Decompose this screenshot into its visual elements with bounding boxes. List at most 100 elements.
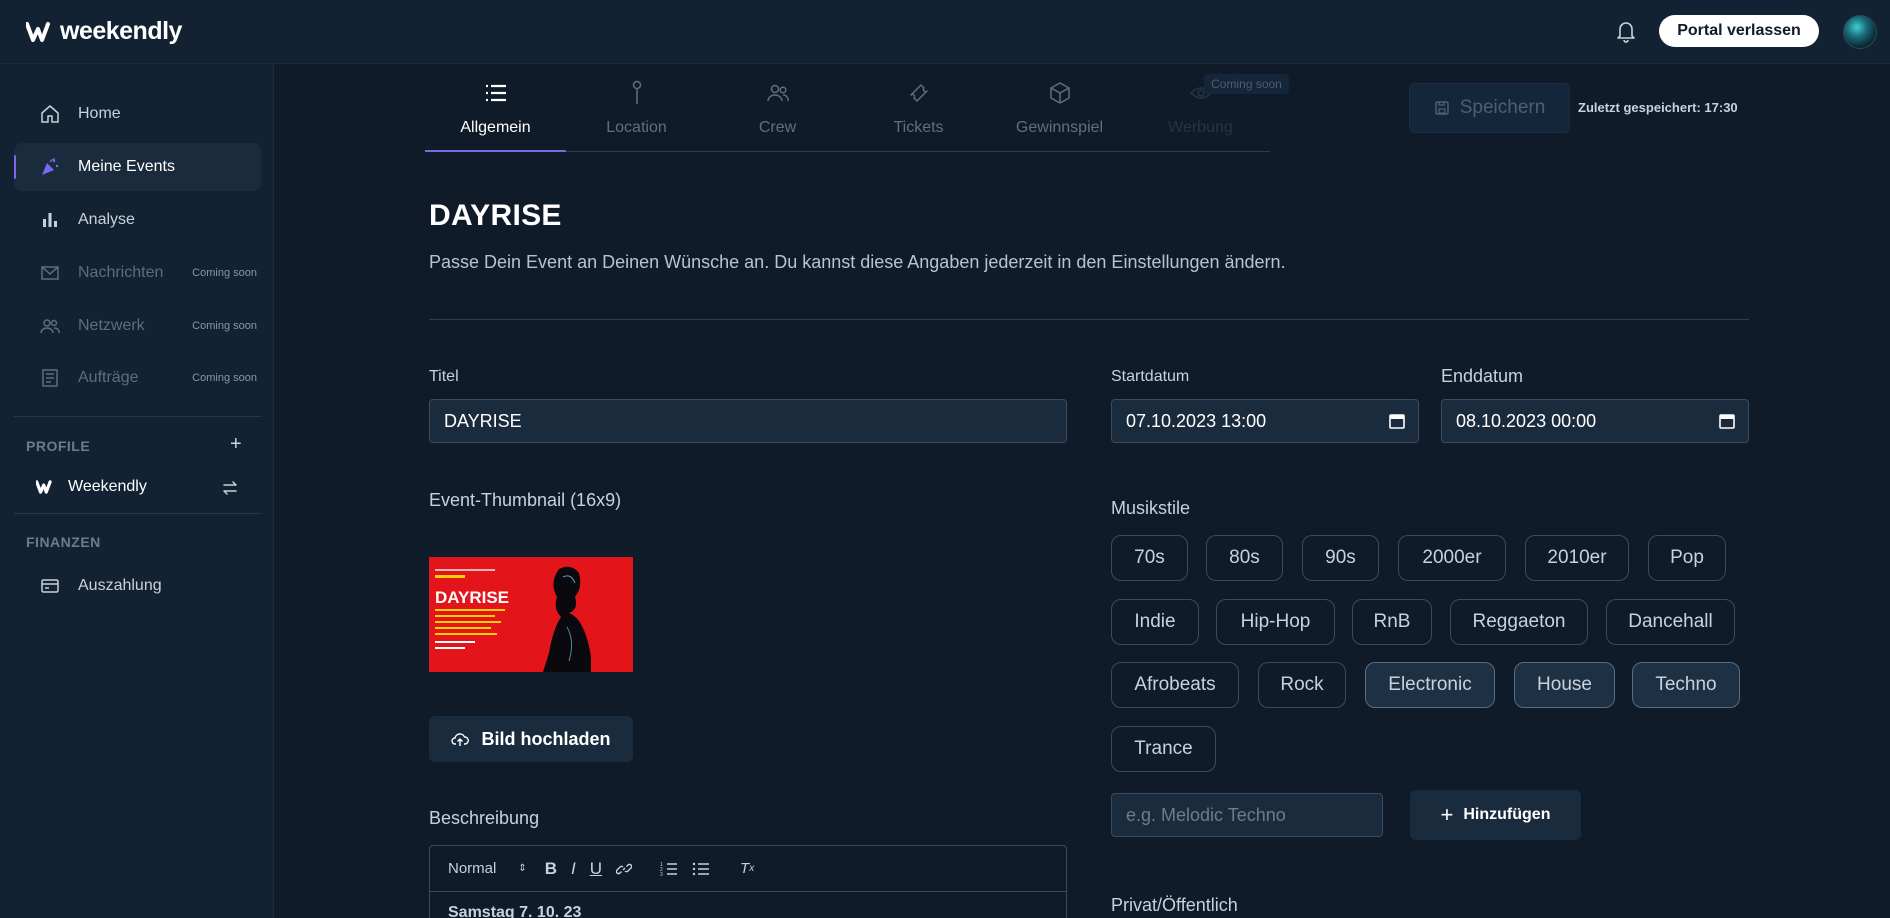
sidebar-item-home[interactable]: Home — [14, 90, 261, 138]
finance-heading: FINANZEN — [26, 534, 101, 550]
sidebar-item-label: Nachrichten — [78, 264, 164, 281]
music-chip-2010er[interactable]: 2010er — [1525, 535, 1629, 581]
editor-content[interactable]: Samstag 7. 10. 23 — [430, 892, 1066, 918]
description-editor[interactable]: Normal ⇕ B I U 123 Tx Samstag 7. 10. 23 — [429, 845, 1067, 918]
sidebar: Home Meine Events Analyse Nachrichten Co… — [0, 64, 274, 918]
party-popper-icon — [40, 157, 60, 177]
tab-allgemein[interactable]: Allgemein — [425, 77, 566, 152]
divider — [14, 416, 261, 417]
music-chip-house[interactable]: House — [1514, 662, 1615, 708]
users-icon — [40, 316, 60, 336]
editor-toolbar: Normal ⇕ B I U 123 Tx — [430, 846, 1066, 892]
event-thumbnail: DAYRISE — [429, 557, 633, 672]
last-saved-text: Zuletzt gespeichert: 17:30 — [1578, 100, 1738, 115]
flyer-title: DAYRISE — [435, 588, 509, 607]
music-chip-trance[interactable]: Trance — [1111, 726, 1216, 772]
document-icon — [40, 368, 60, 388]
underline-icon[interactable]: U — [590, 859, 602, 879]
ordered-list-icon[interactable]: 123 — [660, 861, 678, 877]
coming-soon-badge: Coming soon — [192, 267, 257, 279]
sidebar-item-meine-events[interactable]: Meine Events — [14, 143, 261, 191]
music-chip-afrobeats[interactable]: Afrobeats — [1111, 662, 1239, 708]
top-bar: weekendly Portal verlassen — [0, 0, 1890, 64]
upload-image-button[interactable]: Bild hochladen — [429, 716, 633, 762]
music-chip-70s[interactable]: 70s — [1111, 535, 1188, 581]
coming-soon-badge: Coming soon — [1204, 74, 1289, 94]
link-icon[interactable] — [616, 861, 633, 877]
sidebar-item-auftraege[interactable]: Aufträge Coming soon — [14, 354, 261, 402]
sidebar-item-nachrichten[interactable]: Nachrichten Coming soon — [14, 249, 261, 297]
calendar-icon[interactable] — [1388, 412, 1406, 430]
page-title: DAYRISE — [429, 199, 562, 232]
tab-label: Crew — [758, 119, 797, 136]
sidebar-item-label: Analyse — [78, 211, 135, 228]
svg-text:3: 3 — [660, 872, 663, 877]
tab-active-indicator — [425, 150, 566, 152]
music-chip-rnb[interactable]: RnB — [1352, 599, 1432, 645]
music-chip-90s[interactable]: 90s — [1302, 535, 1379, 581]
music-chip-hip-hop[interactable]: Hip-Hop — [1216, 599, 1335, 645]
music-chip-techno[interactable]: Techno — [1632, 662, 1740, 708]
sidebar-item-netzwerk[interactable]: Netzwerk Coming soon — [14, 302, 261, 350]
start-date-input[interactable]: 07.10.2023 13:00 — [1111, 399, 1419, 443]
title-input[interactable]: DAYRISE — [429, 399, 1067, 443]
bold-icon[interactable]: B — [545, 859, 557, 879]
music-chip-electronic[interactable]: Electronic — [1365, 662, 1495, 708]
profile-item[interactable]: Weekendly — [36, 478, 147, 496]
add-music-style-button[interactable]: + Hinzufügen — [1410, 790, 1581, 840]
avatar[interactable] — [1843, 15, 1877, 49]
save-button[interactable]: Speichern — [1409, 83, 1570, 133]
music-chip-80s[interactable]: 80s — [1206, 535, 1283, 581]
format-select[interactable]: Normal ⇕ — [448, 860, 527, 877]
add-label: Hinzufügen — [1463, 806, 1551, 823]
end-date-value: 08.10.2023 00:00 — [1456, 410, 1597, 431]
sidebar-item-auszahlung[interactable]: Auszahlung — [14, 562, 261, 610]
crew-icon — [765, 80, 791, 106]
profile-heading: PROFILE — [26, 438, 91, 454]
music-style-input[interactable] — [1111, 793, 1383, 837]
music-styles-label: Musikstile — [1111, 498, 1191, 518]
music-chip-rock[interactable]: Rock — [1258, 662, 1346, 708]
start-date-value: 07.10.2023 13:00 — [1126, 410, 1267, 431]
save-label: Speichern — [1459, 97, 1546, 118]
bar-chart-icon — [40, 210, 60, 230]
music-chip-pop[interactable]: Pop — [1648, 535, 1726, 581]
calendar-icon[interactable] — [1718, 412, 1736, 430]
title-label: Titel — [429, 368, 459, 385]
brand-logo[interactable]: weekendly — [26, 17, 182, 46]
divider — [429, 319, 1749, 320]
bell-icon[interactable] — [1614, 18, 1638, 44]
credit-card-icon — [40, 576, 60, 596]
tab-location[interactable]: Location — [566, 77, 707, 152]
tab-label: Werbung — [1168, 119, 1233, 136]
logo-icon — [26, 21, 50, 42]
format-select-value: Normal — [448, 860, 497, 877]
tab-gewinnspiel[interactable]: Gewinnspiel — [989, 77, 1130, 152]
end-date-input[interactable]: 08.10.2023 00:00 — [1441, 399, 1749, 443]
select-arrows-icon: ⇕ — [518, 863, 527, 874]
tab-tickets[interactable]: Tickets — [848, 77, 989, 152]
box-icon — [1047, 80, 1073, 106]
switch-profile-icon[interactable] — [221, 479, 239, 497]
music-chip-reggaeton[interactable]: Reggaeton — [1450, 599, 1588, 645]
bullet-list-icon[interactable] — [692, 861, 710, 877]
ticket-icon — [906, 80, 932, 106]
flyer-image: DAYRISE — [429, 557, 633, 672]
description-label: Beschreibung — [429, 808, 540, 828]
sidebar-item-analyse[interactable]: Analyse — [14, 196, 261, 244]
music-chip-2000er[interactable]: 2000er — [1398, 535, 1506, 581]
tab-crew[interactable]: Crew — [707, 77, 848, 152]
brand-name: weekendly — [60, 17, 182, 45]
leave-portal-button[interactable]: Portal verlassen — [1659, 15, 1819, 47]
plus-icon: + — [1440, 802, 1454, 827]
music-chip-dancehall[interactable]: Dancehall — [1606, 599, 1735, 645]
add-profile-button[interactable]: + — [230, 434, 242, 454]
divider — [14, 513, 261, 514]
upload-label: Bild hochladen — [481, 728, 611, 749]
home-icon — [40, 104, 60, 124]
italic-icon[interactable]: I — [571, 859, 576, 879]
sidebar-item-label: Meine Events — [78, 158, 175, 175]
music-chip-indie[interactable]: Indie — [1111, 599, 1199, 645]
mail-icon — [40, 263, 60, 283]
clear-format-icon[interactable]: Tx — [740, 860, 754, 877]
